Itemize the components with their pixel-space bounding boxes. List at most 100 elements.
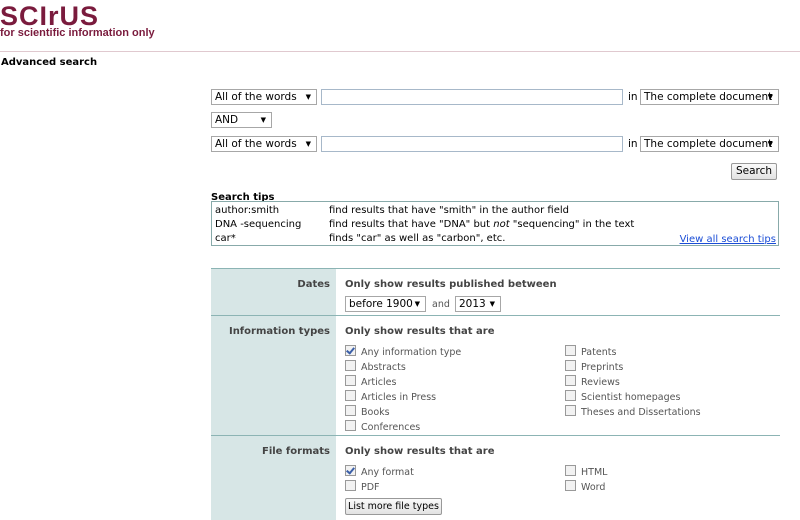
query-scope-value: The complete document xyxy=(644,91,773,103)
chevron-down-icon: ▼ xyxy=(767,140,773,148)
query-scope-select-2[interactable]: The complete document ▼ xyxy=(640,136,779,152)
header-divider xyxy=(0,51,800,66)
logo-wordmark: SCIrUS xyxy=(0,1,100,31)
checkbox-checked-icon[interactable] xyxy=(345,345,356,356)
query-scope-value: The complete document xyxy=(644,138,773,150)
checkbox-label: Scientist homepages xyxy=(581,392,681,403)
query-input-1[interactable] xyxy=(321,89,623,105)
checkbox-icon[interactable] xyxy=(345,405,356,416)
checkbox-icon[interactable] xyxy=(565,375,576,386)
filter-checkbox[interactable]: Conferences xyxy=(345,420,420,433)
filters-panel: Dates Only show results published betwee… xyxy=(211,268,780,520)
logo-tagline: for scientific information only xyxy=(0,27,155,39)
checkbox-icon[interactable] xyxy=(345,360,356,371)
filter-checkbox[interactable]: Theses and Dissertations xyxy=(565,405,701,418)
query-mode-value: All of the words xyxy=(215,91,297,103)
file-formats-label: File formats xyxy=(261,446,330,457)
checkbox-label: Any format xyxy=(361,467,414,478)
filter-checkbox[interactable]: Reviews xyxy=(565,375,620,388)
chevron-down-icon: ▼ xyxy=(305,140,311,148)
checkbox-label: Reviews xyxy=(581,377,620,388)
checkbox-icon[interactable] xyxy=(345,375,356,386)
filter-checkbox[interactable]: HTML xyxy=(565,465,607,478)
search-button[interactable]: Search xyxy=(731,163,777,180)
list-more-file-types-button[interactable]: List more file types xyxy=(345,498,442,515)
dates-label: Dates xyxy=(297,279,330,290)
checkbox-checked-icon[interactable] xyxy=(345,465,356,476)
search-tip-row: DNA -sequencing find results that have "… xyxy=(215,219,775,232)
dates-label-cell: Dates xyxy=(211,268,336,315)
date-from-select[interactable]: before 1900 ▼ xyxy=(345,296,426,312)
checkbox-icon[interactable] xyxy=(345,390,356,401)
checkbox-icon[interactable] xyxy=(565,465,576,476)
search-tip-row: author:smith find results that have "smi… xyxy=(215,205,775,218)
checkbox-icon[interactable] xyxy=(565,390,576,401)
checkbox-icon[interactable] xyxy=(565,480,576,491)
filter-checkbox[interactable]: Articles in Press xyxy=(345,390,436,403)
filter-checkbox[interactable]: Any format xyxy=(345,465,414,478)
information-types-body: Only show results that are Any informati… xyxy=(336,315,780,435)
date-from-value: before 1900 xyxy=(349,298,413,310)
tip-desc-part: "sequencing" in the text xyxy=(509,219,635,230)
boolean-operator-select[interactable]: AND ▼ xyxy=(211,112,272,128)
checkbox-label: HTML xyxy=(581,467,608,478)
query-mode-select-2[interactable]: All of the words ▼ xyxy=(211,136,317,152)
checkbox-label: Theses and Dissertations xyxy=(581,407,701,418)
date-to-value: 2013 xyxy=(459,298,486,310)
chevron-down-icon: ▼ xyxy=(767,93,773,101)
tip-query: DNA -sequencing xyxy=(215,219,302,230)
scirus-logo[interactable]: SCIrUS for scientific information only xyxy=(0,0,155,39)
checkbox-label: Patents xyxy=(581,347,617,358)
date-to-select[interactable]: 2013 ▼ xyxy=(455,296,501,312)
checkbox-icon[interactable] xyxy=(345,480,356,491)
file-formats-filter: File formats Only show results that are … xyxy=(211,435,780,520)
in-label: in xyxy=(628,138,638,150)
checkbox-label: Word xyxy=(581,482,606,493)
operator-value: AND xyxy=(215,114,239,126)
filter-checkbox[interactable]: Books xyxy=(345,405,390,418)
dates-filter: Dates Only show results published betwee… xyxy=(211,268,780,315)
filter-checkbox[interactable]: Scientist homepages xyxy=(565,390,680,403)
checkbox-label: Conferences xyxy=(361,422,421,433)
tip-description: finds "car" as well as "carbon", etc. xyxy=(329,233,506,244)
chevron-down-icon: ▼ xyxy=(260,116,266,124)
tip-desc-part: find results that have "DNA" but xyxy=(329,219,494,230)
checkbox-label: Any information type xyxy=(361,347,462,358)
checkbox-icon[interactable] xyxy=(565,360,576,371)
date-and-label: and xyxy=(432,299,450,310)
dates-heading: Only show results published between xyxy=(345,279,557,290)
query-input-2[interactable] xyxy=(321,136,623,152)
view-all-search-tips-link[interactable]: View all search tips xyxy=(680,234,776,245)
search-tips-box: author:smith find results that have "smi… xyxy=(211,201,779,246)
filter-checkbox[interactable]: Articles xyxy=(345,375,396,388)
chevron-down-icon: ▼ xyxy=(414,300,420,308)
filter-checkbox[interactable]: Abstracts xyxy=(345,360,406,373)
information-types-heading: Only show results that are xyxy=(345,326,495,337)
filter-checkbox[interactable]: Preprints xyxy=(565,360,623,373)
query-scope-select-1[interactable]: The complete document ▼ xyxy=(640,89,779,105)
information-types-label: Information types xyxy=(228,326,330,337)
checkbox-label: Preprints xyxy=(581,362,624,373)
tip-query: car* xyxy=(215,233,236,244)
page-title: Advanced search xyxy=(1,57,98,68)
filter-checkbox[interactable]: PDF xyxy=(345,480,380,493)
file-formats-label-cell: File formats xyxy=(211,435,336,520)
checkbox-icon[interactable] xyxy=(345,420,356,431)
dates-body: Only show results published between befo… xyxy=(336,268,780,315)
checkbox-icon[interactable] xyxy=(565,405,576,416)
checkbox-label: Articles xyxy=(361,377,397,388)
tip-desc-emphasis: not xyxy=(493,219,510,230)
filter-checkbox[interactable]: Word xyxy=(565,480,605,493)
checkbox-icon[interactable] xyxy=(565,345,576,356)
filter-checkbox[interactable]: Any information type xyxy=(345,345,461,358)
checkbox-label: PDF xyxy=(361,482,380,493)
tip-description: find results that have "smith" in the au… xyxy=(329,205,570,216)
information-types-label-cell: Information types xyxy=(211,315,336,435)
chevron-down-icon: ▼ xyxy=(305,93,311,101)
checkbox-label: Books xyxy=(361,407,390,418)
filter-checkbox[interactable]: Patents xyxy=(565,345,616,358)
query-mode-value: All of the words xyxy=(215,138,297,150)
checkbox-label: Articles in Press xyxy=(361,392,437,403)
tip-query: author:smith xyxy=(215,205,280,216)
query-mode-select-1[interactable]: All of the words ▼ xyxy=(211,89,317,105)
